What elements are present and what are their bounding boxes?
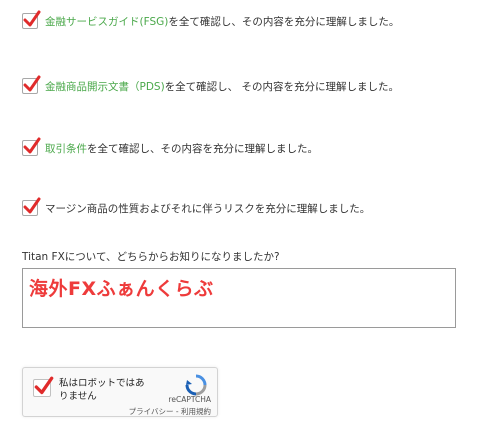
checkmark-icon xyxy=(23,75,41,92)
pds-checkbox[interactable] xyxy=(22,75,41,94)
pds-link[interactable]: 金融商品開示文書（PDS) xyxy=(45,79,165,94)
privacy-link[interactable]: プライバシー xyxy=(129,407,174,416)
recaptcha-brand: reCAPTCHA xyxy=(168,395,211,404)
agreement-fsg: 金融サービスガイド(FSG) を全て確認し、その内容を充分に理解しました。 xyxy=(22,10,400,29)
pds-text: を全て確認し、 その内容を充分に理解しました。 xyxy=(164,80,400,93)
fsg-checkbox[interactable] xyxy=(22,10,41,29)
checkmark-icon xyxy=(34,376,54,395)
risk-checkbox[interactable] xyxy=(22,197,41,216)
terms-text: を全て確認し、その内容を充分に理解しました。 xyxy=(87,142,318,155)
terms-link[interactable]: 取引条件 xyxy=(45,141,87,156)
checkmark-icon xyxy=(23,197,41,214)
recaptcha-label: 私はロボットではありません xyxy=(59,378,145,402)
links-separator: - xyxy=(173,407,181,416)
fsg-text: を全て確認し、その内容を充分に理解しました。 xyxy=(168,15,400,28)
fsg-link[interactable]: 金融サービスガイド(FSG) xyxy=(45,14,168,29)
recaptcha-checkbox[interactable] xyxy=(33,376,54,397)
checkmark-icon xyxy=(23,10,41,27)
recaptcha-logo-icon xyxy=(185,374,207,396)
recaptcha-widget: 私はロボットではありません reCAPTCHA プライバシー - 利用規約 xyxy=(22,367,218,417)
terms-of-use-link[interactable]: 利用規約 xyxy=(181,407,211,416)
agreement-risk: マージン商品の性質およびそれに伴うリスクを充分に理解しました。 xyxy=(22,197,371,216)
checkmark-icon xyxy=(23,137,41,154)
agreement-pds: 金融商品開示文書（PDS) を全て確認し、 その内容を充分に理解しました。 xyxy=(22,75,400,94)
terms-checkbox[interactable] xyxy=(22,137,41,156)
risk-text: マージン商品の性質およびそれに伴うリスクを充分に理解しました。 xyxy=(45,202,371,215)
referral-answer: 海外FXふぁんくらぶ xyxy=(29,278,214,300)
referral-question: Titan FXについて、どちらからお知りになりましたか? xyxy=(22,251,280,263)
agreement-terms: 取引条件 を全て確認し、その内容を充分に理解しました。 xyxy=(22,137,318,156)
recaptcha-links: プライバシー - 利用規約 xyxy=(129,406,211,417)
referral-textarea[interactable]: 海外FXふぁんくらぶ xyxy=(22,268,456,328)
